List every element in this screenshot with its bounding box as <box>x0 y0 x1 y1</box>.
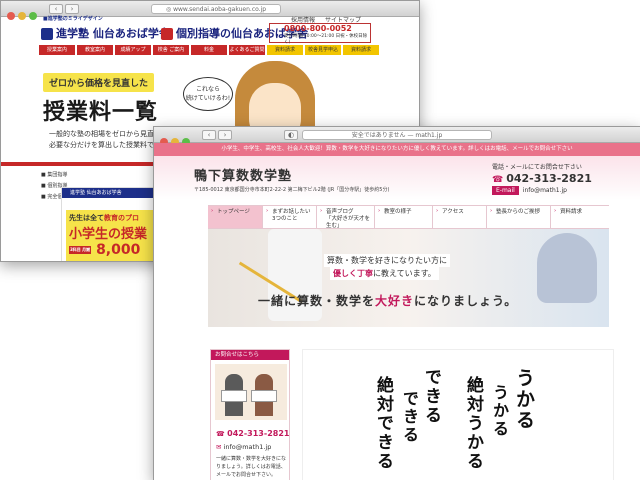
top-small-text: ■進学塾のミライデザイン <box>43 16 103 22</box>
global-nav: トップページ まずお話したい 3つのこと 音声ブログ 「大好きが天才を 生む」 … <box>208 205 609 229</box>
nav-item[interactable]: 校舎 ご案内 <box>153 45 189 55</box>
back-icon[interactable]: ‹ <box>49 4 63 14</box>
header-mail[interactable]: E-mail info@math1.jp <box>492 186 567 195</box>
students-photo <box>215 364 287 420</box>
sidebox-text: 一緒に算数・数学を大好きになりましょう。詳しくはお電話、メールでお問合せ下さい。 <box>216 456 287 478</box>
calligraphy-col-3: 絶対うかる <box>463 376 483 471</box>
card-body: 先生は全て教育のプロ 小学生の授業 3科目 月謝 8,000 <box>66 210 160 261</box>
calligraphy-col-5: できる <box>400 390 419 444</box>
nav-item[interactable]: 教室案内 <box>77 45 113 55</box>
hero-headline: 一緒に算数・数学を大好きになりましょう。 <box>258 294 518 308</box>
calligraphy-col-4: できる <box>421 368 441 425</box>
hero-line-1: 算数・数学を好きになりたい方に <box>324 254 450 267</box>
nav-item[interactable]: 授業案内 <box>39 45 75 55</box>
card-header: 進学塾 仙台あおば学舎 <box>62 188 160 198</box>
announcement-strip: 小学生、中学生、高校生、社会人大歓迎！算数・数学を大好きになりたい方に優しく教え… <box>154 143 640 156</box>
phone-box[interactable]: 0800-800-0052 受付時間(10:00〜21:00 日祝・休校日除く) <box>269 23 371 45</box>
address-bar[interactable]: ◎ www.sendai.aoba-gakuen.co.jp <box>151 4 281 14</box>
shield-icon[interactable]: ◐ <box>284 130 298 140</box>
calligraphy-col-2: うかる <box>490 384 509 438</box>
hero-line-2: 優しく丁寧に教えています。 <box>330 267 439 280</box>
forward-icon[interactable]: › <box>65 4 79 14</box>
nav-classroom[interactable]: 教室の様子 <box>375 206 433 228</box>
site-address: 〒185-0012 東京都国分寺市本町2-22-2 第二梅下ビル2階 (JR「国… <box>194 187 390 193</box>
nav-item[interactable]: 成績アップ <box>115 45 151 55</box>
price-badge: ゼロから価格を見直した <box>43 73 155 92</box>
nav-item[interactable]: よくあるご質問 <box>229 45 265 55</box>
calligraphy-col-1: うかる <box>513 368 535 431</box>
price-card: 進学塾 仙台あおば学舎 先生は全て教育のプロ 小学生の授業 3科目 月謝 8,0… <box>61 187 161 261</box>
page-heading: 授業料一覧 <box>43 100 159 125</box>
sidebox-mail[interactable]: ✉ info@math1.jp <box>216 443 271 451</box>
calligraphy-panel: うかる うかる 絶対うかる できる できる 絶対できる <box>302 349 614 480</box>
back-icon[interactable]: ‹ <box>202 130 216 140</box>
nav-item[interactable]: 校舎見学申込 <box>305 45 341 55</box>
nav-access[interactable]: アクセス <box>433 206 487 228</box>
nav-audio-blog[interactable]: 音声ブログ 「大好きが天才を 生む」 <box>317 206 375 229</box>
brand-shingaku[interactable]: 進学塾 仙台あおば学舎 <box>41 25 170 41</box>
mail-icon: ✉ <box>216 443 222 451</box>
forward-icon[interactable]: › <box>218 130 232 140</box>
intro-text: 一般的な塾の相場をゼロから見直し 必要な分だけを算出した授業料で <box>49 130 161 149</box>
nav-top[interactable]: トップページ <box>208 206 263 228</box>
nav-item[interactable]: 資料請求 <box>267 45 303 55</box>
list-item[interactable]: ■ 集団指導 <box>41 171 67 178</box>
contact-label: 電話・メールにてお問合せ下さい <box>492 164 582 171</box>
nav-three-things[interactable]: まずお話したい 3つのこと <box>263 206 317 228</box>
sidebox-header: お問合せはこちら <box>211 350 289 360</box>
nav-greeting[interactable]: 塾長からのご挨拶 <box>487 206 551 228</box>
nav-item[interactable]: 資料請求 <box>343 45 379 55</box>
front-browser-window: ‹ › ◐ 安全ではありません — math1.jp 小学生、中学生、高校生、社… <box>153 126 640 480</box>
nav-item[interactable]: 料金 <box>191 45 227 55</box>
back-global-nav: 授業案内 教室案内 成績アップ 校舎 ご案内 料金 よくあるご質問 資料請求 校… <box>39 45 381 55</box>
header-phone[interactable]: ☎ 042-313-2821 <box>492 172 592 185</box>
sidebox-phone[interactable]: ☎ 042-313-2821 <box>216 429 289 438</box>
calligraphy-col-6: 絶対できる <box>373 376 393 471</box>
nav-request[interactable]: 資料請求 <box>551 206 609 228</box>
site-title[interactable]: 鴨下算数数学塾 <box>194 165 292 184</box>
address-bar[interactable]: 安全ではありません — math1.jp <box>302 130 492 140</box>
speech-bubble: これなら 続けていけるわ! <box>183 77 233 111</box>
front-titlebar: ‹ › ◐ 安全ではありません — math1.jp <box>154 127 640 146</box>
phone-icon: ☎ <box>492 175 504 185</box>
